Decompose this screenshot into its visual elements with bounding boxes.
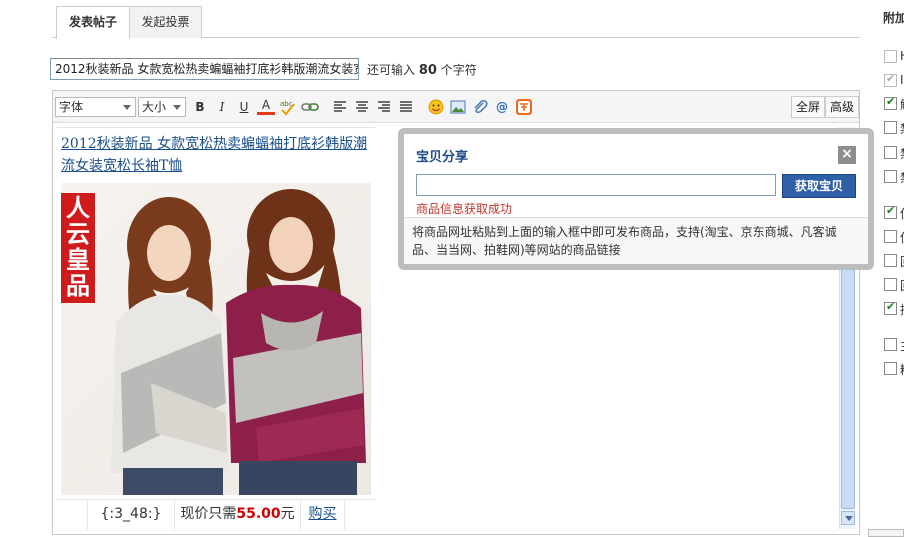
option-label: 禁: [900, 120, 904, 137]
option-label: 主: [900, 337, 904, 354]
price-amount: 55.00: [236, 506, 281, 522]
taobao-icon[interactable]: [515, 98, 533, 116]
italic-icon[interactable]: I: [213, 98, 231, 116]
dialog-body: 宝贝分享 × 获取宝贝 商品信息获取成功 将商品网址粘贴到上面的输入框中即可发布…: [404, 134, 868, 264]
price-prefix: 现价只需: [180, 506, 237, 522]
link-icon[interactable]: [301, 98, 319, 116]
option-checkbox: [884, 72, 897, 87]
tab-new-poll[interactable]: 发起投票: [130, 6, 202, 38]
option-checkbox[interactable]: [884, 362, 897, 375]
chevron-down-icon: [173, 105, 181, 110]
product-photo: 人云皇品: [61, 183, 371, 495]
option-checkbox[interactable]: [884, 95, 897, 110]
option-label: Ⅰ: [900, 73, 904, 87]
price-suffix: 元: [280, 506, 295, 522]
product-title-link[interactable]: 2012秋装新品 女款宽松热卖蝙蝠袖打底衫韩版潮流女装宽松长袖T恤: [61, 133, 371, 177]
scroll-down-icon[interactable]: [841, 511, 855, 525]
tab-new-post[interactable]: 发表帖子: [56, 6, 130, 39]
product-share-dialog: 宝贝分享 × 获取宝贝 商品信息获取成功 将商品网址粘贴到上面的输入框中即可发布…: [398, 128, 874, 270]
close-icon[interactable]: ×: [838, 146, 856, 164]
option-label: 解: [900, 96, 904, 113]
align-left-icon[interactable]: [331, 98, 349, 116]
align-right-icon[interactable]: [375, 98, 393, 116]
underline-icon[interactable]: U: [235, 98, 253, 116]
option-checkbox[interactable]: [884, 278, 897, 291]
option-checkbox[interactable]: [884, 300, 897, 315]
option-checkbox[interactable]: [884, 338, 897, 351]
justify-icon[interactable]: [397, 98, 415, 116]
image-icon[interactable]: [449, 98, 467, 116]
corner-widget[interactable]: [868, 529, 904, 537]
fetch-product-button[interactable]: 获取宝贝: [782, 174, 856, 198]
option-label: 禁: [900, 145, 904, 162]
remaining-prefix: 还可输入: [367, 63, 416, 77]
option-checkbox: [884, 50, 897, 63]
option-checkbox[interactable]: [884, 146, 897, 159]
bold-icon[interactable]: B: [191, 98, 209, 116]
spellcheck-icon[interactable]: abc: [279, 98, 297, 116]
option-label: 回: [900, 277, 904, 294]
font-color-icon[interactable]: A: [257, 98, 275, 115]
font-size-value: 大小: [142, 100, 167, 114]
option-label: 使: [900, 229, 904, 246]
advanced-button[interactable]: 高级: [825, 96, 859, 118]
product-url-input[interactable]: [416, 174, 776, 196]
remaining-suffix: 个字符: [440, 63, 477, 77]
price-cell: 现价只需55.00元: [175, 500, 301, 530]
editor-toolbar: 字体 大小 B I U A abc @ 全屏 高级: [53, 91, 859, 123]
option-checkbox[interactable]: [884, 121, 897, 134]
dialog-title: 宝贝分享: [416, 150, 469, 165]
remaining-count: 80: [418, 63, 437, 78]
attachment-icon[interactable]: [471, 98, 489, 116]
price-row: {:3_48:} 现价只需55.00元 购买: [57, 499, 375, 530]
emoticon-code: {:3_48:}: [87, 500, 175, 530]
emoticon-icon[interactable]: [427, 98, 445, 116]
post-editor-page: 发表帖子 发起投票 2012秋装新品 女款宽松热卖蝙蝠袖打底衫韩版潮流女装宽松长…: [0, 0, 904, 537]
title-remaining-counter: 还可输入 80 个字符: [367, 61, 477, 78]
font-family-select[interactable]: 字体: [55, 97, 136, 117]
option-checkbox[interactable]: [884, 230, 897, 243]
option-label: 禁: [900, 169, 904, 186]
option-checkbox[interactable]: [884, 204, 897, 219]
option-label: 精: [900, 361, 904, 378]
align-center-icon[interactable]: [353, 98, 371, 116]
divider: [57, 127, 375, 128]
fullscreen-button[interactable]: 全屏: [791, 96, 826, 118]
fetch-status-text: 商品信息获取成功: [416, 202, 513, 216]
option-checkbox[interactable]: [884, 170, 897, 183]
option-label: H: [900, 49, 904, 63]
extra-options-title: 附加: [883, 11, 904, 25]
post-title-input[interactable]: 2012秋装新品 女款宽松热卖蝙蝠袖打底衫韩版潮流女装宽松长袖T恤: [50, 58, 359, 80]
chevron-down-icon: [123, 105, 131, 110]
option-label: 接: [900, 301, 904, 318]
photo-badge-text: 人云皇品: [66, 194, 90, 300]
tab-bar: 发表帖子 发起投票: [52, 6, 860, 39]
option-label: 使: [900, 205, 904, 222]
editor-content[interactable]: 2012秋装新品 女款宽松热卖蝙蝠袖打底衫韩版潮流女装宽松长袖T恤 人云皇品 {…: [57, 127, 375, 530]
option-checkbox[interactable]: [884, 254, 897, 267]
mention-icon[interactable]: @: [493, 98, 511, 116]
option-label: 回: [900, 253, 904, 270]
font-size-select[interactable]: 大小: [138, 97, 186, 117]
buy-link[interactable]: 购买: [301, 500, 345, 530]
dialog-help-text: 将商品网址粘贴到上面的输入框中即可发布商品，支持(淘宝、京东商城、凡客诚品、当当…: [404, 217, 868, 264]
font-family-value: 字体: [59, 100, 84, 114]
